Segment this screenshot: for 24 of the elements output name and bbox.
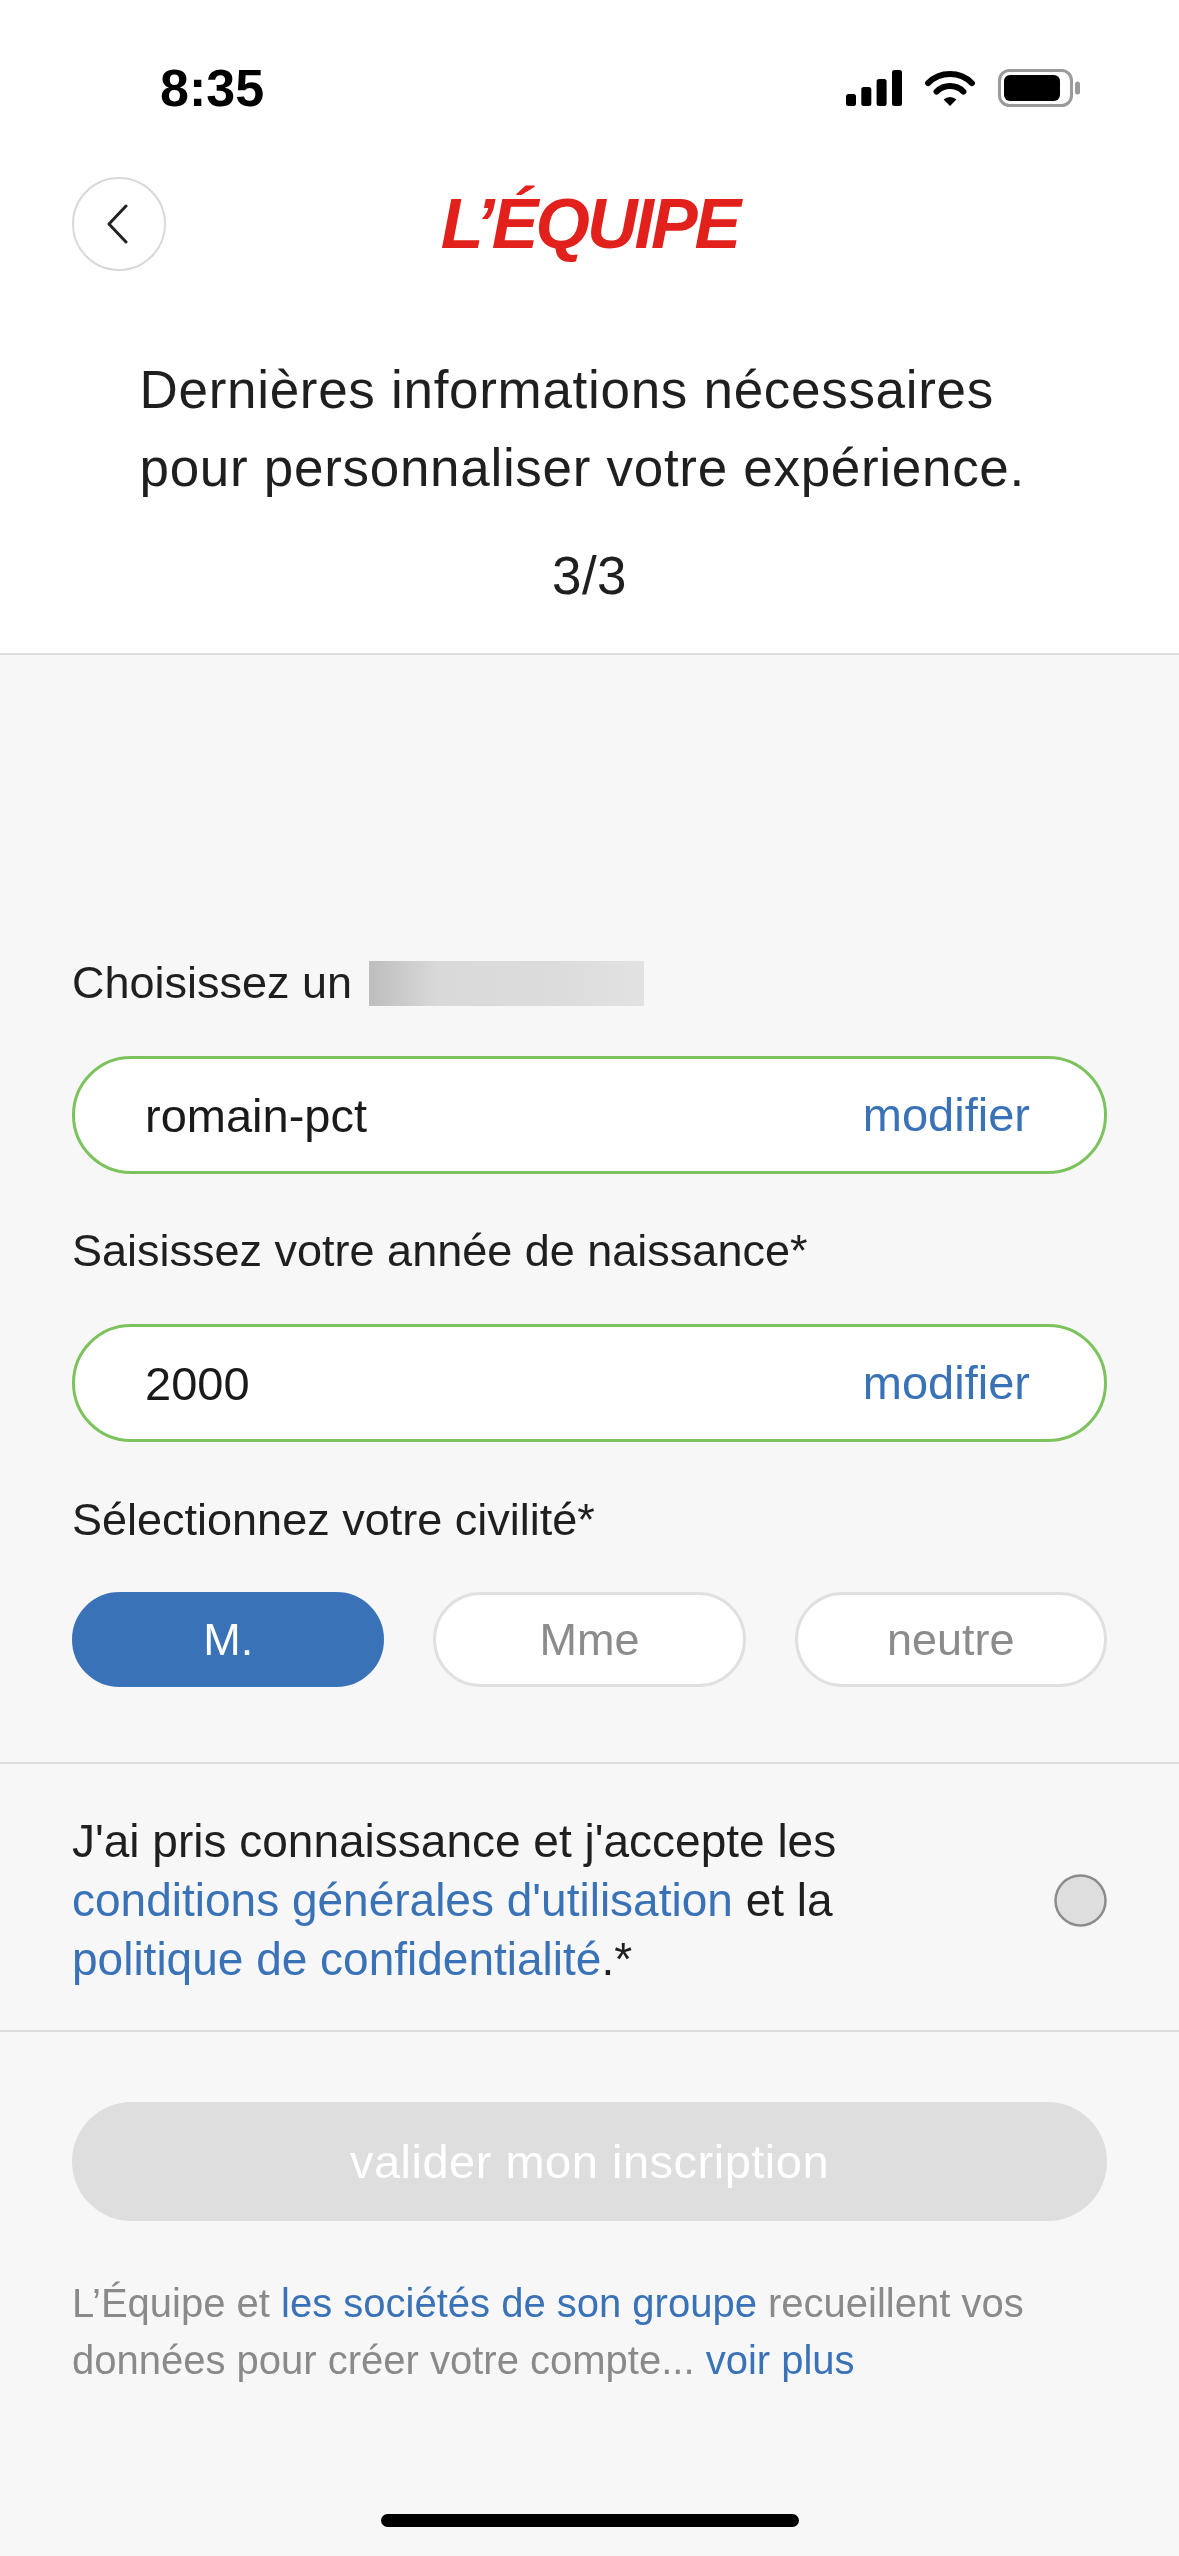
- step-counter: 3/3: [551, 545, 628, 607]
- group-companies-link[interactable]: les sociétés de son groupe: [281, 2281, 757, 2325]
- status-time: 8:35: [160, 58, 265, 118]
- consent-text: J'ai pris connaissance et j'accepte les conditions générales d'utilisation et la politique de confidentialité.*: [72, 1814, 838, 1987]
- civility-option[interactable]: M.: [72, 1592, 385, 1687]
- data-notice-text: L’Équipe et les sociétés de son groupe recueillent vos données pour créer votre compte... voir plus: [72, 2280, 1025, 2384]
- terms-link[interactable]: conditions générales d'utilisation: [72, 1874, 733, 1926]
- intro-text: Dernières informations nécessaires pour personnaliser votre expérience.: [139, 359, 1026, 499]
- birth-year-label: Saisissez votre année de naissance*: [72, 1224, 808, 1278]
- username-field[interactable]: romain-pct modifier: [72, 1056, 1107, 1174]
- signal-icon: [846, 70, 902, 106]
- civility-label: Sélectionnez votre civilité*: [72, 1493, 595, 1547]
- see-more-link[interactable]: voir plus: [705, 2338, 855, 2382]
- wifi-icon: [925, 69, 975, 107]
- username-label: Choisissez un: [72, 956, 353, 1010]
- civility-option[interactable]: neutre: [794, 1592, 1107, 1687]
- modify-link[interactable]: modifier: [862, 1087, 1030, 1143]
- consent-radio[interactable]: [1054, 1874, 1107, 1927]
- privacy-link[interactable]: politique de confidentialité: [72, 1933, 602, 1985]
- birth-year-field[interactable]: 2000 modifier: [72, 1324, 1107, 1442]
- civility-option[interactable]: Mme: [433, 1592, 746, 1687]
- modify-link[interactable]: modifier: [862, 1355, 1030, 1411]
- chevron-left-icon: [106, 204, 128, 244]
- battery-icon: [998, 69, 1080, 107]
